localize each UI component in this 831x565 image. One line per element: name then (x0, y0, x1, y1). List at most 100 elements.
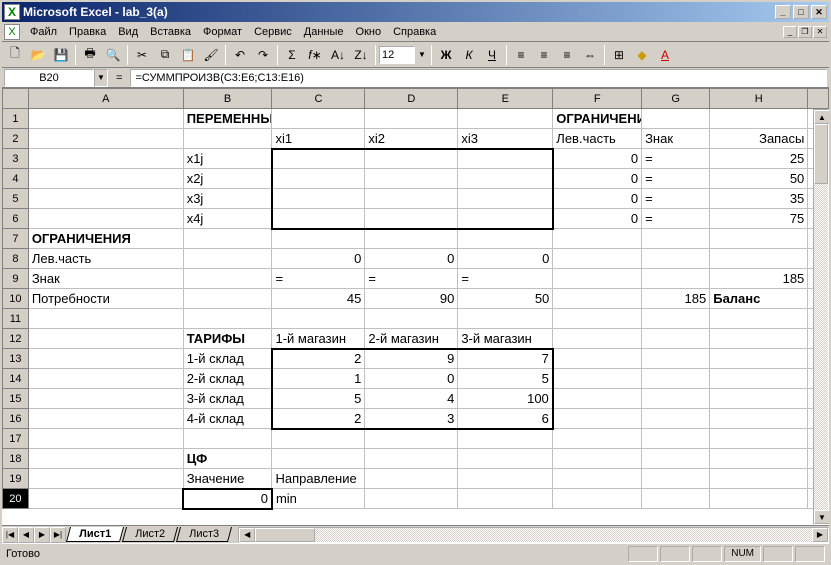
cell[interactable] (272, 189, 365, 209)
cell[interactable]: = (642, 169, 710, 189)
name-box[interactable]: B20 (4, 69, 94, 87)
cell[interactable] (365, 149, 458, 169)
menu-file[interactable]: Файл (24, 24, 63, 40)
cell[interactable]: 0 (365, 249, 458, 269)
cell[interactable]: xi1 (272, 129, 365, 149)
cell[interactable]: 45 (272, 289, 365, 309)
cell[interactable]: 1 (272, 369, 365, 389)
tab-nav-last-icon[interactable]: ▶| (50, 527, 66, 543)
cell[interactable]: = (365, 269, 458, 289)
row-header[interactable]: 5 (3, 189, 29, 209)
row-header[interactable]: 4 (3, 169, 29, 189)
select-all-corner[interactable] (3, 89, 29, 109)
cell[interactable]: 0 (553, 209, 642, 229)
cut-icon[interactable]: ✂ (131, 44, 153, 66)
cell[interactable]: x3j (183, 189, 272, 209)
cell[interactable]: ПЕРЕМЕННЫЕ (183, 109, 272, 129)
autosum-icon[interactable]: Σ (281, 44, 303, 66)
cell[interactable]: ТАРИФЫ (183, 329, 272, 349)
row-header[interactable]: 3 (3, 149, 29, 169)
maximize-button[interactable]: □ (793, 5, 809, 19)
cell[interactable]: 0 (458, 249, 553, 269)
font-color-icon[interactable]: A (654, 44, 676, 66)
italic-icon[interactable]: К (458, 44, 480, 66)
cell[interactable]: Запасы (710, 129, 808, 149)
cell[interactable]: 0 (272, 249, 365, 269)
row-header[interactable]: 11 (3, 309, 29, 329)
row-header[interactable]: 1 (3, 109, 29, 129)
scroll-down-icon[interactable]: ▼ (814, 510, 829, 524)
cell[interactable]: xi2 (365, 129, 458, 149)
cell[interactable] (272, 149, 365, 169)
row-header[interactable]: 14 (3, 369, 29, 389)
namebox-dropdown-icon[interactable]: ▼ (94, 69, 108, 87)
col-header[interactable]: C (272, 89, 365, 109)
col-header[interactable]: B (183, 89, 272, 109)
cell[interactable]: ЦФ (183, 449, 272, 469)
col-header[interactable]: A (28, 89, 183, 109)
menu-tools[interactable]: Сервис (248, 24, 298, 40)
underline-icon[interactable]: Ч (481, 44, 503, 66)
col-header[interactable]: D (365, 89, 458, 109)
close-button[interactable]: ✕ (811, 5, 827, 19)
row-header[interactable]: 10 (3, 289, 29, 309)
redo-icon[interactable]: ↷ (252, 44, 274, 66)
cell[interactable]: 50 (710, 169, 808, 189)
sheet-tab-1[interactable]: Лист1 (66, 527, 124, 542)
menu-format[interactable]: Формат (197, 24, 248, 40)
cell[interactable]: Направление (272, 469, 365, 489)
row-header[interactable]: 19 (3, 469, 29, 489)
document-icon[interactable]: X (4, 24, 20, 40)
cell[interactable]: 0 (365, 369, 458, 389)
open-icon[interactable]: 📂 (27, 44, 49, 66)
cell[interactable]: ОГРАНИЧЕНИЯ (553, 109, 642, 129)
menu-window[interactable]: Окно (350, 24, 388, 40)
cell[interactable]: Лев.часть (553, 129, 642, 149)
row-header[interactable]: 6 (3, 209, 29, 229)
cell[interactable]: Баланс (710, 289, 808, 309)
new-icon[interactable]: 🗋 (4, 44, 26, 66)
row-header[interactable]: 12 (3, 329, 29, 349)
tab-nav-first-icon[interactable]: |◀ (2, 527, 18, 543)
print-preview-icon[interactable]: 🔍 (102, 44, 124, 66)
cell[interactable]: Знак (28, 269, 183, 289)
cell[interactable]: 7 (458, 349, 553, 369)
cell[interactable]: 2-й склад (183, 369, 272, 389)
row-header[interactable]: 15 (3, 389, 29, 409)
sheet-tab-2[interactable]: Лист2 (122, 527, 178, 542)
cell[interactable]: 50 (458, 289, 553, 309)
row-header[interactable]: 2 (3, 129, 29, 149)
cell[interactable] (458, 209, 553, 229)
format-painter-icon[interactable]: 🖌 (200, 44, 222, 66)
cell[interactable]: 0 (553, 169, 642, 189)
menu-help[interactable]: Справка (387, 24, 442, 40)
doc-restore-button[interactable]: ❐ (798, 26, 812, 38)
cell[interactable] (272, 169, 365, 189)
cell[interactable]: 4 (365, 389, 458, 409)
cell[interactable] (458, 169, 553, 189)
col-header[interactable]: F (553, 89, 642, 109)
column-header-row[interactable]: A B C D E F G H (3, 89, 829, 109)
scroll-up-icon[interactable]: ▲ (814, 110, 829, 124)
sort-desc-icon[interactable]: Z↓ (350, 44, 372, 66)
cell[interactable] (365, 169, 458, 189)
row-header[interactable]: 18 (3, 449, 29, 469)
cell[interactable]: x1j (183, 149, 272, 169)
cell[interactable]: 75 (710, 209, 808, 229)
cell[interactable]: = (272, 269, 365, 289)
cell[interactable]: 100 (458, 389, 553, 409)
fontsize-dropdown-icon[interactable]: ▼ (416, 44, 428, 66)
cell[interactable]: 0 (553, 149, 642, 169)
cell[interactable]: = (642, 189, 710, 209)
cell[interactable]: 2 (272, 409, 365, 429)
cell[interactable] (272, 209, 365, 229)
cell[interactable]: 0 (553, 189, 642, 209)
cell[interactable]: x4j (183, 209, 272, 229)
horizontal-scrollbar[interactable]: ◀ ▶ (238, 527, 829, 543)
menu-view[interactable]: Вид (112, 24, 144, 40)
tab-nav-prev-icon[interactable]: ◀ (18, 527, 34, 543)
cell[interactable]: 25 (710, 149, 808, 169)
cell[interactable] (458, 189, 553, 209)
align-right-icon[interactable]: ≡ (556, 44, 578, 66)
merge-icon[interactable]: ⇔ (579, 44, 601, 66)
